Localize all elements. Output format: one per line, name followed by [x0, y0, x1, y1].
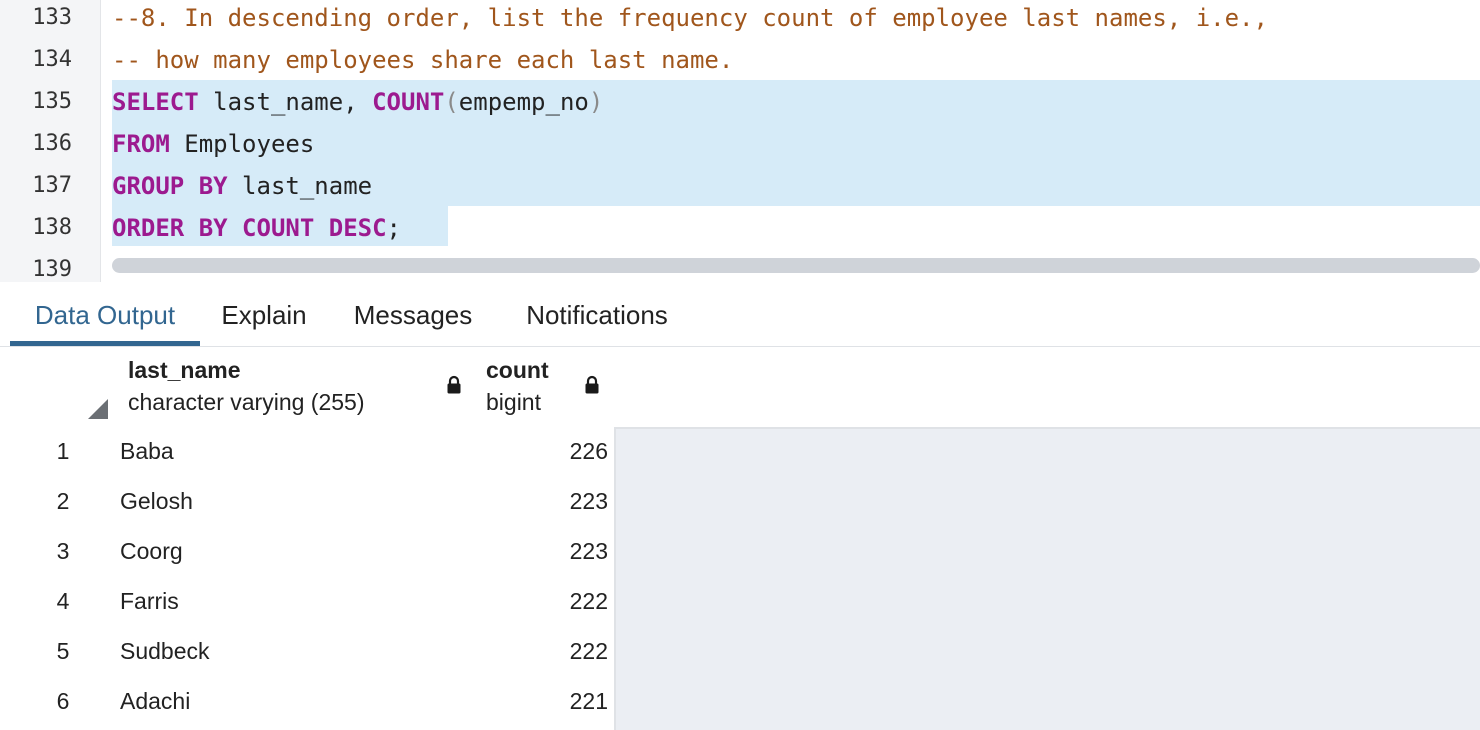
line-number: 138 [32, 215, 72, 240]
cell-last-name[interactable]: Farris [116, 577, 476, 629]
sql-text: empemp_no [458, 88, 589, 116]
cell-count[interactable]: 223 [474, 527, 616, 579]
row-number[interactable]: 3 [10, 527, 118, 579]
header-filler [614, 347, 1480, 429]
active-tab-indicator [10, 341, 200, 346]
cell-count[interactable]: 221 [474, 677, 616, 730]
lock-icon [585, 375, 599, 394]
results-grid: last_name character varying (255) count … [10, 347, 1480, 730]
row-number[interactable]: 2 [10, 477, 118, 529]
sql-text: ; [386, 214, 401, 242]
code-line-136[interactable]: 136 FROM Employees [0, 126, 1480, 168]
row-number[interactable]: 4 [10, 577, 118, 629]
sql-punctuation: ( [444, 88, 459, 116]
sql-text: last_name [227, 172, 373, 200]
lock-icon [447, 375, 461, 394]
corner-triangle-icon [88, 399, 108, 419]
line-number: 136 [32, 131, 72, 156]
horizontal-scrollbar[interactable] [112, 258, 1480, 273]
line-number: 134 [32, 47, 72, 72]
output-tabs: Data Output Explain Messages Notificatio… [0, 284, 1480, 347]
cell-last-name[interactable]: Coorg [116, 527, 476, 579]
sql-keyword: COUNT [372, 88, 445, 116]
code-line-137[interactable]: 137 GROUP BY last_name [0, 168, 1480, 210]
code-line-133[interactable]: 133 --8. In descending order, list the f… [0, 0, 1480, 42]
column-name: count [486, 357, 549, 383]
column-header-count[interactable]: count bigint [474, 347, 616, 429]
sql-text: Employees [169, 130, 315, 158]
tab-explain[interactable]: Explain [204, 284, 324, 346]
code-line-135[interactable]: 135 SELECT last_name, COUNT(empemp_no) [0, 84, 1480, 126]
column-type: character varying (255) [128, 389, 365, 415]
code-line-134[interactable]: 134 -- how many employees share each las… [0, 42, 1480, 84]
line-number: 137 [32, 173, 72, 198]
cell-count[interactable]: 226 [474, 427, 616, 479]
line-number: 133 [32, 5, 72, 30]
sql-editor[interactable]: 133 --8. In descending order, list the f… [0, 0, 1480, 282]
sql-punctuation: ) [588, 88, 604, 116]
cell-last-name[interactable]: Sudbeck [116, 627, 476, 679]
tab-messages[interactable]: Messages [334, 284, 492, 346]
column-type: bigint [486, 389, 541, 415]
sql-keyword: FROM [112, 130, 170, 158]
row-number[interactable]: 1 [10, 427, 118, 479]
cell-count[interactable]: 222 [474, 577, 616, 629]
cell-last-name[interactable]: Adachi [116, 677, 476, 730]
tab-data-output[interactable]: Data Output [10, 284, 200, 346]
sql-text: last_name, [198, 88, 373, 116]
cell-last-name[interactable]: Baba [116, 427, 476, 479]
cell-last-name[interactable]: Gelosh [116, 477, 476, 529]
row-number[interactable]: 6 [10, 677, 118, 730]
sql-keyword: GROUP BY [112, 172, 228, 200]
column-header-last-name[interactable]: last_name character varying (255) [116, 347, 476, 429]
cell-count[interactable]: 223 [474, 477, 616, 529]
sql-keyword: ORDER BY COUNT DESC [112, 214, 387, 242]
sql-comment: -- how many employees share each last na… [112, 46, 734, 74]
sql-keyword: SELECT [112, 88, 199, 116]
tab-notifications[interactable]: Notifications [502, 284, 692, 346]
row-number[interactable]: 5 [10, 627, 118, 679]
select-all-corner[interactable] [10, 347, 118, 429]
sql-comment: --8. In descending order, list the frequ… [112, 4, 1268, 32]
code-line-138[interactable]: 138 ORDER BY COUNT DESC; [0, 210, 1480, 252]
column-name: last_name [128, 357, 241, 383]
line-number: 135 [32, 89, 72, 114]
cell-count[interactable]: 222 [474, 627, 616, 679]
